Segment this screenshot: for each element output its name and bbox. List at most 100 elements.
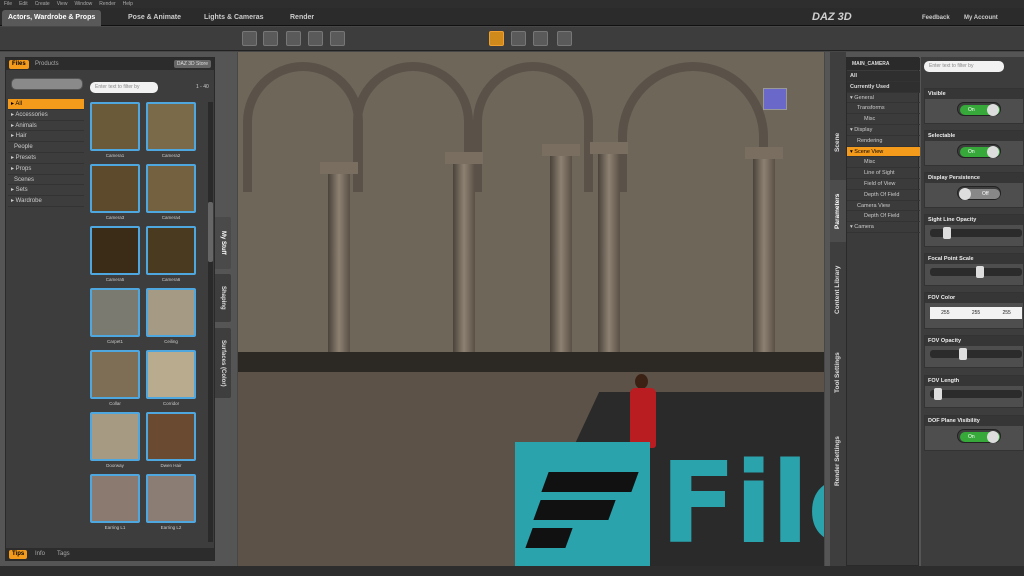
- property-group-item[interactable]: Field of View: [847, 179, 920, 190]
- menu-window[interactable]: Window: [74, 0, 92, 8]
- tab-content-library[interactable]: Content Library: [830, 250, 846, 330]
- pan-icon[interactable]: [533, 31, 548, 46]
- toggle-knob[interactable]: [959, 188, 971, 200]
- category-item[interactable]: ▸ Props: [8, 164, 84, 175]
- toggle-knob[interactable]: [987, 431, 999, 443]
- property-group-item[interactable]: Currently Used: [847, 81, 920, 93]
- property-group-item[interactable]: Misc: [847, 157, 920, 169]
- tab-products[interactable]: Products: [32, 60, 62, 69]
- tab-pose-animate[interactable]: Pose & Animate: [122, 10, 187, 26]
- value-slider[interactable]: [930, 348, 1022, 360]
- slider-handle[interactable]: [976, 266, 985, 278]
- tab-tags[interactable]: Tags: [54, 550, 73, 559]
- camera-selector[interactable]: MAIN_CAMERA: [847, 58, 920, 70]
- menu-edit[interactable]: Edit: [19, 0, 28, 8]
- tab-actors-wardrobe-props[interactable]: Actors, Wardrobe & Props: [2, 10, 102, 26]
- toggle-knob[interactable]: [987, 146, 999, 158]
- property-group-item[interactable]: All: [847, 71, 920, 82]
- tab-render-settings[interactable]: Render Settings: [830, 416, 846, 506]
- content-thumbnail[interactable]: Camera4: [146, 164, 196, 224]
- category-dropdown[interactable]: [11, 78, 83, 90]
- pose-tool-icon[interactable]: [286, 31, 301, 46]
- category-item[interactable]: ▸ Accessories: [8, 110, 84, 121]
- content-thumbnail[interactable]: Carpet1: [90, 288, 140, 348]
- slider-handle[interactable]: [959, 348, 968, 360]
- content-thumbnail[interactable]: Ceiling: [146, 288, 196, 348]
- daz-store-button[interactable]: DAZ 3D Store: [173, 60, 211, 68]
- content-thumbnail[interactable]: Camera5: [90, 226, 140, 286]
- select-tool-icon[interactable]: [242, 31, 257, 46]
- parameter-filter-input[interactable]: Enter text to filter by: [924, 61, 1004, 72]
- content-thumbnail[interactable]: Corridor: [146, 350, 196, 410]
- universal-tool-icon[interactable]: [263, 31, 278, 46]
- category-item[interactable]: People: [8, 142, 84, 153]
- slider-handle[interactable]: [942, 227, 951, 239]
- menu-help[interactable]: Help: [123, 0, 133, 8]
- content-filter-input[interactable]: Enter text to filter by: [90, 82, 158, 93]
- tab-surfaces[interactable]: Surfaces (Color): [215, 328, 231, 398]
- color-channel-value[interactable]: 255: [1002, 307, 1010, 319]
- orbit-icon[interactable]: [511, 31, 526, 46]
- feedback-link[interactable]: Feedback: [922, 15, 950, 21]
- content-thumbnail[interactable]: Camera2: [146, 102, 196, 162]
- content-thumbnail[interactable]: Earring L2: [146, 474, 196, 534]
- tab-lights-cameras[interactable]: Lights & Cameras: [198, 10, 270, 26]
- content-thumbnail[interactable]: Camera1: [90, 102, 140, 162]
- property-group-item[interactable]: Transforms: [847, 103, 920, 115]
- category-item[interactable]: ▸ Wardrobe: [8, 196, 84, 207]
- menu-render[interactable]: Render: [99, 0, 115, 8]
- category-item[interactable]: ▸ Animals: [8, 121, 84, 132]
- figure-tool-icon[interactable]: [308, 31, 323, 46]
- property-group-item[interactable]: Depth Of Field: [847, 211, 920, 223]
- property-group-item[interactable]: ▾ Display: [847, 125, 920, 136]
- menu-file[interactable]: File: [4, 0, 12, 8]
- toggle-switch[interactable]: On: [957, 144, 1001, 158]
- tab-tool-settings[interactable]: Tool Settings: [830, 338, 846, 408]
- category-item[interactable]: ▸ All: [8, 99, 84, 110]
- my-account-link[interactable]: My Account: [964, 15, 998, 21]
- property-group-item[interactable]: ▾ Camera: [847, 222, 920, 233]
- property-group-item[interactable]: Misc: [847, 114, 920, 125]
- toggle-switch[interactable]: On: [957, 429, 1001, 443]
- camera-view-icon[interactable]: [489, 31, 504, 46]
- category-item[interactable]: Scenes: [8, 175, 84, 186]
- menu-create[interactable]: Create: [35, 0, 50, 8]
- 3d-viewport[interactable]: FileCR: [238, 52, 824, 566]
- value-slider[interactable]: [930, 388, 1022, 400]
- tab-my-stuff[interactable]: My Stuff: [215, 217, 231, 269]
- toggle-switch[interactable]: On: [957, 102, 1001, 116]
- property-group-item[interactable]: ▾ General: [847, 93, 920, 104]
- content-thumbnail[interactable]: Doorway: [90, 412, 140, 472]
- tab-scene[interactable]: Scene: [830, 112, 846, 172]
- thumbnail-scrollbar[interactable]: [208, 102, 213, 542]
- content-thumbnail[interactable]: Collar: [90, 350, 140, 410]
- view-cube-icon[interactable]: [763, 88, 787, 110]
- tab-tips[interactable]: Tips: [9, 550, 28, 559]
- slider-handle[interactable]: [934, 388, 943, 400]
- group-tool-icon[interactable]: [330, 31, 345, 46]
- value-slider[interactable]: [930, 227, 1022, 239]
- color-channel-value[interactable]: 255: [941, 307, 949, 319]
- property-group-item[interactable]: ▾ Scene View: [847, 146, 920, 158]
- category-item[interactable]: ▸ Sets: [8, 185, 84, 197]
- frame-icon[interactable]: [557, 31, 572, 46]
- color-field[interactable]: 255 255 255: [930, 307, 1022, 319]
- property-group-item[interactable]: Depth Of Field: [847, 190, 920, 201]
- tab-info[interactable]: Info: [32, 550, 48, 559]
- content-thumbnail[interactable]: Dwen Hair: [146, 412, 196, 472]
- property-group-item[interactable]: Line of Sight: [847, 168, 920, 179]
- tab-shaping[interactable]: Shaping: [215, 274, 231, 322]
- color-channel-value[interactable]: 255: [972, 307, 980, 319]
- content-thumbnail[interactable]: Earring L1: [90, 474, 140, 534]
- toggle-knob[interactable]: [987, 104, 999, 116]
- category-item[interactable]: ▸ Presets: [8, 153, 84, 164]
- category-item[interactable]: ▸ Hair: [8, 131, 84, 143]
- tab-parameters[interactable]: Parameters: [830, 180, 846, 242]
- property-group-item[interactable]: Rendering: [847, 136, 920, 147]
- content-thumbnail[interactable]: Camera6: [146, 226, 196, 286]
- content-thumbnail[interactable]: Camera3: [90, 164, 140, 224]
- tab-render[interactable]: Render: [284, 10, 320, 26]
- toggle-switch[interactable]: Off: [957, 186, 1001, 200]
- value-slider[interactable]: [930, 266, 1022, 278]
- menu-view[interactable]: View: [57, 0, 68, 8]
